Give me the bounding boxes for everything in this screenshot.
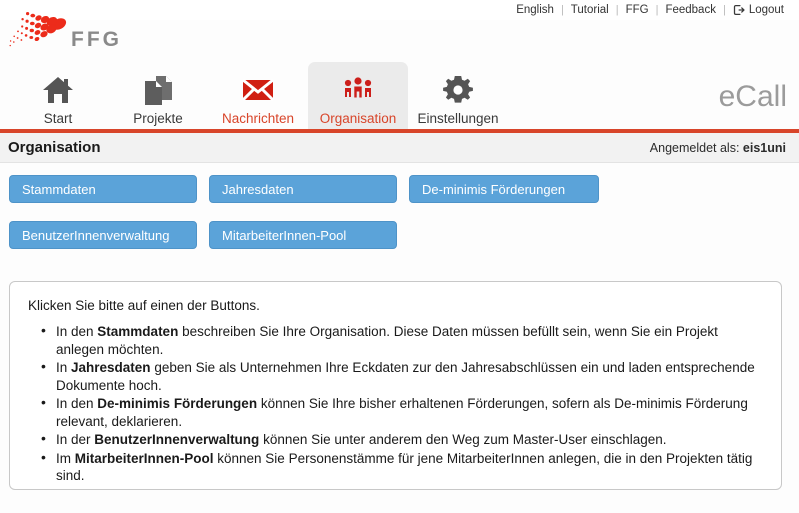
nav-tab-projekte-label: Projekte bbox=[133, 111, 183, 126]
action-button-row-2: BenutzerInnenverwaltung MitarbeiterInnen… bbox=[0, 221, 799, 267]
logged-in-status: Angemeldet als: eis1uni bbox=[650, 141, 786, 155]
bullet-bold: Stammdaten bbox=[97, 324, 179, 339]
bullet-bold: MitarbeiterInnen-Pool bbox=[74, 450, 214, 466]
list-item: In den De-minimis Förderungen können Sie… bbox=[41, 394, 765, 430]
page-root: English | Tutorial | FFG | Feedback | Lo… bbox=[0, 0, 799, 513]
utility-link-english[interactable]: English bbox=[509, 4, 561, 16]
bullet-pre: In bbox=[56, 360, 72, 375]
ffg-swoosh-logo bbox=[9, 12, 67, 47]
people-group-icon bbox=[342, 72, 374, 108]
nav-tab-start[interactable]: Start bbox=[8, 62, 108, 132]
action-button-row-1: Stammdaten Jahresdaten De-minimis Förder… bbox=[0, 175, 799, 221]
button-jahresdaten[interactable]: Jahresdaten bbox=[209, 175, 397, 203]
logout-icon bbox=[733, 5, 745, 15]
button-stammdaten[interactable]: Stammdaten bbox=[9, 175, 197, 203]
nav-tab-start-label: Start bbox=[43, 111, 73, 126]
utility-link-feedback[interactable]: Feedback bbox=[658, 4, 723, 16]
main-navigation: Start Projekte Nachrichten Organisation … bbox=[0, 58, 799, 132]
info-bullet-list: In den Stammdaten beschreiben Sie Ihre O… bbox=[26, 322, 765, 485]
documents-icon bbox=[142, 72, 174, 108]
gear-icon bbox=[443, 72, 473, 108]
logout-label: Logout bbox=[748, 4, 784, 16]
bullet-post: können Sie unter anderem den Weg zum Mas… bbox=[259, 432, 667, 447]
nav-tab-nachrichten-label: Nachrichten bbox=[221, 111, 295, 126]
list-item: Im MitarbeiterInnen-Pool können Sie Pers… bbox=[41, 449, 765, 485]
nav-tab-projekte[interactable]: Projekte bbox=[108, 62, 208, 132]
button-de-minimis-foerderungen[interactable]: De-minimis Förderungen bbox=[409, 175, 599, 203]
bullet-pre: In der bbox=[56, 432, 95, 447]
bullet-pre: In den bbox=[56, 396, 98, 411]
button-mitarbeiterinnen-pool[interactable]: MitarbeiterInnen-Pool bbox=[209, 221, 397, 249]
bullet-bold: BenutzerInnenverwaltung bbox=[94, 432, 260, 447]
utility-link-tutorial[interactable]: Tutorial bbox=[564, 4, 616, 16]
brand-logo[interactable]: FFG bbox=[8, 6, 208, 54]
nav-tab-einstellungen-label: Einstellungen bbox=[417, 111, 499, 126]
envelope-icon bbox=[242, 72, 274, 108]
nav-tab-nachrichten[interactable]: Nachrichten bbox=[208, 62, 308, 132]
list-item: In der BenutzerInnenverwaltung können Si… bbox=[41, 430, 765, 449]
logo-wordmark: FFG bbox=[71, 28, 122, 51]
nav-tab-einstellungen[interactable]: Einstellungen bbox=[408, 62, 508, 132]
list-item: In Jahresdaten geben Sie als Unternehmen… bbox=[41, 358, 765, 394]
page-title: Organisation bbox=[8, 139, 101, 156]
logged-in-username: eis1uni bbox=[742, 140, 786, 155]
info-panel: Klicken Sie bitte auf einen der Buttons.… bbox=[9, 281, 782, 490]
home-icon bbox=[42, 72, 74, 108]
action-button-grid: Stammdaten Jahresdaten De-minimis Förder… bbox=[0, 175, 799, 267]
page-header-band: Organisation Angemeldet als: eis1uni bbox=[0, 133, 799, 163]
logged-in-prefix: Angemeldet als: bbox=[649, 140, 740, 155]
bullet-bold: Jahresdaten bbox=[71, 360, 151, 375]
utility-link-ffg[interactable]: FFG bbox=[619, 4, 656, 16]
bullet-bold: De-minimis Förderungen bbox=[97, 396, 258, 411]
nav-tab-organisation[interactable]: Organisation bbox=[308, 62, 408, 132]
bullet-post: geben Sie als Unternehmen Ihre Eckdaten … bbox=[56, 360, 755, 393]
bullet-pre: In den bbox=[56, 324, 98, 339]
info-panel-intro: Klicken Sie bitte auf einen der Buttons. bbox=[28, 298, 260, 313]
bullet-pre: Im bbox=[56, 450, 75, 466]
nav-tab-organisation-label: Organisation bbox=[319, 111, 397, 126]
logout-button[interactable]: Logout bbox=[726, 4, 791, 16]
list-item: In den Stammdaten beschreiben Sie Ihre O… bbox=[41, 322, 765, 358]
button-benutzerinnenverwaltung[interactable]: BenutzerInnenverwaltung bbox=[9, 221, 197, 249]
